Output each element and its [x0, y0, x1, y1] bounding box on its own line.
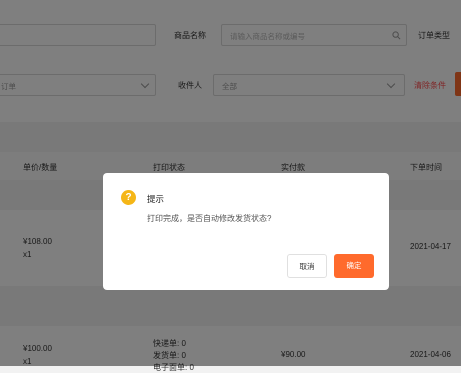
dialog-message: 打印完成，是否自动修改发货状态? [147, 214, 272, 223]
dialog-title: 提示 [147, 194, 165, 204]
confirm-dialog: ? 提示 打印完成，是否自动修改发货状态? 取消 确定 [103, 173, 389, 290]
cancel-button[interactable]: 取消 [287, 254, 327, 278]
confirm-button[interactable]: 确定 [334, 254, 374, 278]
question-icon: ? [121, 190, 136, 205]
